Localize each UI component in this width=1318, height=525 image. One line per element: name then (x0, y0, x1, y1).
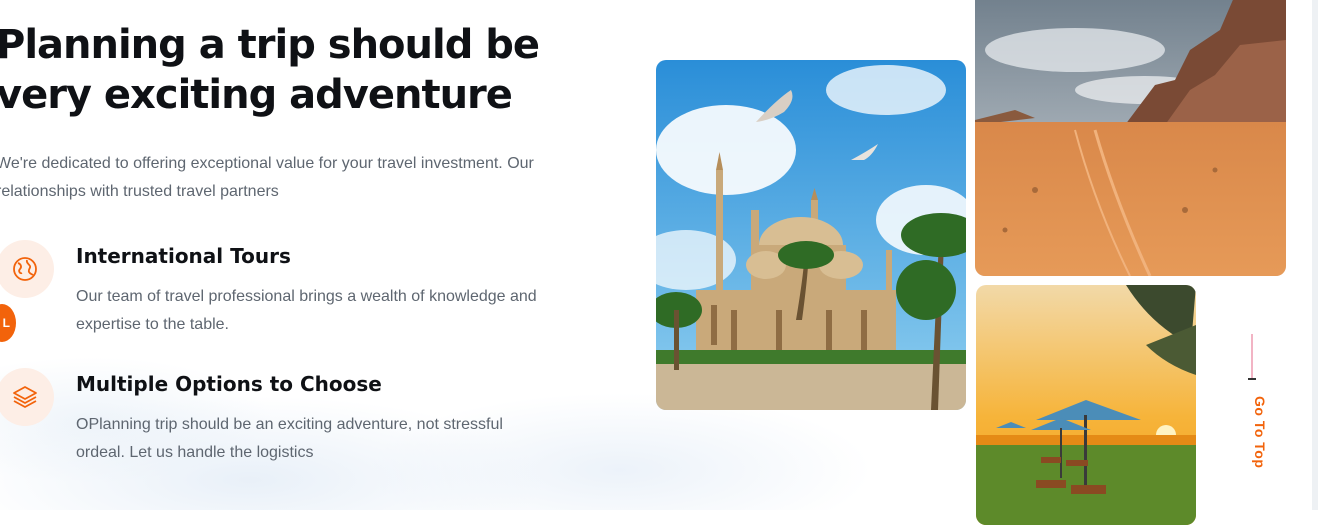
scrollbar-track[interactable] (1312, 0, 1318, 510)
beach-sunset-photo (976, 285, 1196, 525)
go-to-top-dash (1248, 378, 1256, 380)
desert-photo (975, 0, 1286, 276)
go-to-top-line (1251, 334, 1253, 380)
intro-text: We're dedicated to offering exceptional … (0, 155, 534, 200)
go-to-top-label: Go To Top (1252, 396, 1268, 469)
go-to-top-button[interactable]: Go To Top (1236, 334, 1268, 474)
feature-title-international-tours: International Tours (76, 244, 291, 268)
section-heading: Planning a trip should be very exciting … (0, 22, 540, 118)
mosque-photo (656, 60, 966, 410)
feature-desc-international-tours: Our team of travel professional brings a… (76, 288, 537, 333)
feature-title-multiple-options: Multiple Options to Choose (76, 372, 382, 396)
feature-desc-multiple-options: OPlanning trip should be an exciting adv… (76, 416, 503, 461)
